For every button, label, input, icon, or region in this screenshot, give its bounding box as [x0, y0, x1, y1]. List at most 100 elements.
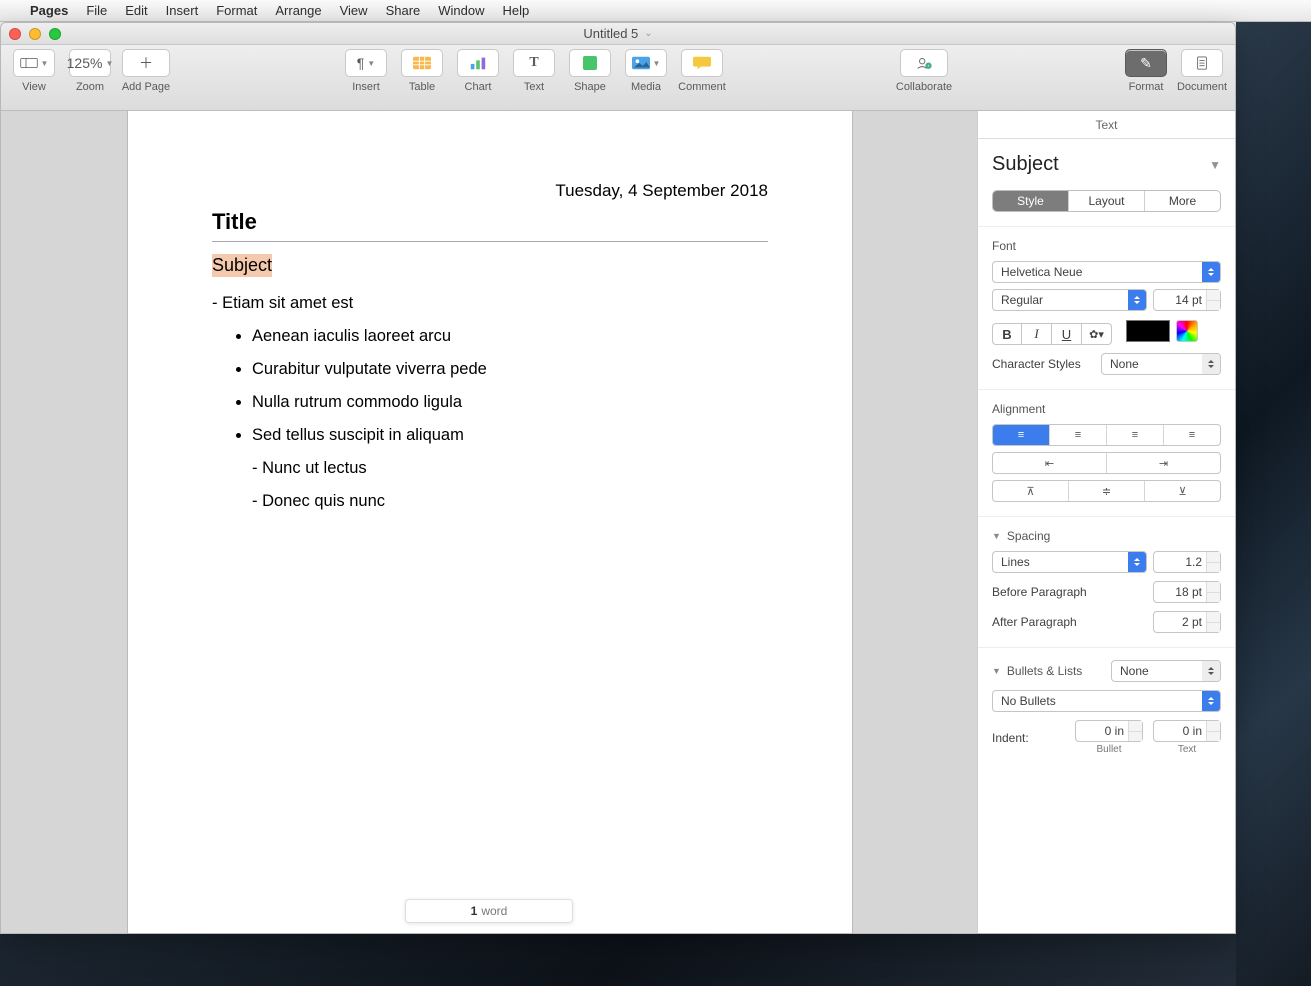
before-para-value: 18 pt	[1175, 585, 1202, 599]
collaborate-icon: +	[915, 56, 933, 70]
title-chevron-icon: ⌄	[644, 28, 652, 39]
seg-layout[interactable]: Layout	[1068, 191, 1144, 211]
menu-edit[interactable]: Edit	[125, 3, 147, 18]
toolbar-text-label: Text	[524, 81, 544, 93]
charstyles-label: Character Styles	[992, 357, 1081, 371]
comment-icon	[693, 56, 711, 70]
window-minimize-button[interactable]	[29, 28, 41, 40]
toolbar-shape-button[interactable]: Shape	[565, 49, 615, 93]
seg-style[interactable]: Style	[993, 191, 1068, 211]
window-close-button[interactable]	[9, 28, 21, 40]
select-arrow-icon	[1202, 691, 1220, 711]
bullet-item[interactable]: Nulla rutrum commodo ligula	[252, 386, 768, 419]
bold-button[interactable]: B	[992, 323, 1022, 345]
valign-middle-button[interactable]: ≑	[1068, 481, 1144, 501]
before-para-label: Before Paragraph	[992, 585, 1087, 599]
stepper-icon[interactable]	[1206, 552, 1220, 572]
menu-help[interactable]: Help	[503, 3, 530, 18]
bullet-item[interactable]: Aenean iaculis laoreet arcu	[252, 320, 768, 353]
page[interactable]: Tuesday, 4 September 2018 Title Subject …	[127, 111, 853, 933]
document-canvas[interactable]: Tuesday, 4 September 2018 Title Subject …	[1, 111, 977, 933]
menu-arrange[interactable]: Arrange	[275, 3, 321, 18]
stepper-icon[interactable]	[1206, 721, 1220, 741]
menu-window[interactable]: Window	[438, 3, 484, 18]
word-count-pill[interactable]: 1 word	[405, 899, 573, 923]
italic-button[interactable]: I	[1022, 323, 1052, 345]
valign-top-button[interactable]: ⊼	[993, 481, 1068, 501]
charstyles-select[interactable]: None	[1101, 353, 1221, 375]
chevron-down-icon[interactable]: ▼	[1209, 158, 1221, 172]
document-icon	[1193, 56, 1211, 70]
subdash-item[interactable]: Donec quis nunc	[252, 485, 768, 518]
align-justify-button[interactable]: ≡	[1163, 425, 1220, 445]
bullet-indent-field[interactable]: 0 in	[1075, 720, 1143, 742]
menu-insert[interactable]: Insert	[166, 3, 199, 18]
spacing-disclosure[interactable]: Spacing	[992, 529, 1221, 543]
toolbar-view-button[interactable]: ▼ View	[9, 49, 59, 93]
font-family-select[interactable]: Helvetica Neue	[992, 261, 1221, 283]
doc-subject-selected[interactable]: Subject	[212, 254, 272, 277]
charstyles-value: None	[1110, 357, 1139, 371]
align-center-button[interactable]: ≡	[1049, 425, 1106, 445]
app-menu[interactable]: Pages	[30, 3, 68, 18]
toolbar-collaborate-button[interactable]: + Collaborate	[899, 49, 949, 93]
bullet-style-value: None	[1120, 664, 1149, 678]
doc-line-dash1[interactable]: Etiam sit amet est	[212, 287, 768, 320]
bullet-item[interactable]: Curabitur vulputate viverra pede	[252, 353, 768, 386]
zoom-value: 125%	[67, 55, 103, 71]
document-title[interactable]: Untitled 5 ⌄	[583, 26, 652, 41]
stepper-icon[interactable]	[1206, 290, 1220, 310]
font-size-field[interactable]: 14 pt	[1153, 289, 1221, 311]
spacing-mode-select[interactable]: Lines	[992, 551, 1147, 573]
text-color-swatch[interactable]	[1126, 320, 1170, 342]
toolbar-document-button[interactable]: Document	[1177, 49, 1227, 93]
paragraph-style-name[interactable]: Subject	[992, 153, 1059, 176]
outdent-button[interactable]: ⇤	[993, 453, 1106, 473]
bullet-item[interactable]: Sed tellus suscipit in aliquam	[252, 419, 768, 452]
color-picker-button[interactable]	[1176, 320, 1198, 342]
subdash-item[interactable]: Nunc ut lectus	[252, 452, 768, 485]
menu-format[interactable]: Format	[216, 3, 257, 18]
toolbar-chart-button[interactable]: Chart	[453, 49, 503, 93]
indent-label: Indent:	[992, 731, 1029, 745]
inspector-tab-text[interactable]: Text	[978, 111, 1235, 139]
doc-title[interactable]: Title	[212, 209, 768, 235]
stepper-icon[interactable]	[1206, 582, 1220, 602]
toolbar-format-button[interactable]: ✎ Format	[1121, 49, 1171, 93]
after-para-field[interactable]: 2 pt	[1153, 611, 1221, 633]
toolbar-collaborate-label: Collaborate	[896, 81, 952, 93]
toolbar-comment-button[interactable]: Comment	[677, 49, 727, 93]
before-para-field[interactable]: 18 pt	[1153, 581, 1221, 603]
underline-button[interactable]: U	[1052, 323, 1082, 345]
section-bullets: Bullets & Lists None No Bullets Indent: …	[978, 647, 1235, 769]
stepper-icon[interactable]	[1128, 721, 1142, 741]
select-arrow-icon	[1202, 354, 1220, 374]
toolbar-text-button[interactable]: T Text	[509, 49, 559, 93]
text-options-button[interactable]: ✿▾	[1082, 323, 1112, 345]
bullets-disclosure[interactable]: Bullets & Lists	[992, 664, 1082, 678]
toolbar-media-button[interactable]: ▼ Media	[621, 49, 671, 93]
line-spacing-field[interactable]: 1.2	[1153, 551, 1221, 573]
align-left-button[interactable]: ≡	[993, 425, 1049, 445]
toolbar-insert-button[interactable]: ¶▼ Insert	[341, 49, 391, 93]
seg-more[interactable]: More	[1144, 191, 1220, 211]
bullet-style-select[interactable]: None	[1111, 660, 1221, 682]
valign-bottom-button[interactable]: ⊻	[1144, 481, 1220, 501]
text-indent-field[interactable]: 0 in	[1153, 720, 1221, 742]
paragraph-icon: ¶▼	[345, 49, 387, 77]
window-zoom-button[interactable]	[49, 28, 61, 40]
menu-view[interactable]: View	[340, 3, 368, 18]
toolbar-table-button[interactable]: Table	[397, 49, 447, 93]
toolbar-addpage-button[interactable]: ＋ Add Page	[121, 49, 171, 93]
menu-file[interactable]: File	[86, 3, 107, 18]
menu-share[interactable]: Share	[386, 3, 421, 18]
doc-date[interactable]: Tuesday, 4 September 2018	[212, 181, 768, 201]
toolbar-zoom-button[interactable]: 125%▼ Zoom	[65, 49, 115, 93]
align-right-button[interactable]: ≡	[1106, 425, 1163, 445]
bullet-type-select[interactable]: No Bullets	[992, 690, 1221, 712]
stepper-icon[interactable]	[1206, 612, 1220, 632]
toolbar-shape-label: Shape	[574, 81, 606, 93]
after-para-value: 2 pt	[1182, 615, 1202, 629]
font-weight-select[interactable]: Regular	[992, 289, 1147, 311]
indent-button[interactable]: ⇥	[1106, 453, 1220, 473]
